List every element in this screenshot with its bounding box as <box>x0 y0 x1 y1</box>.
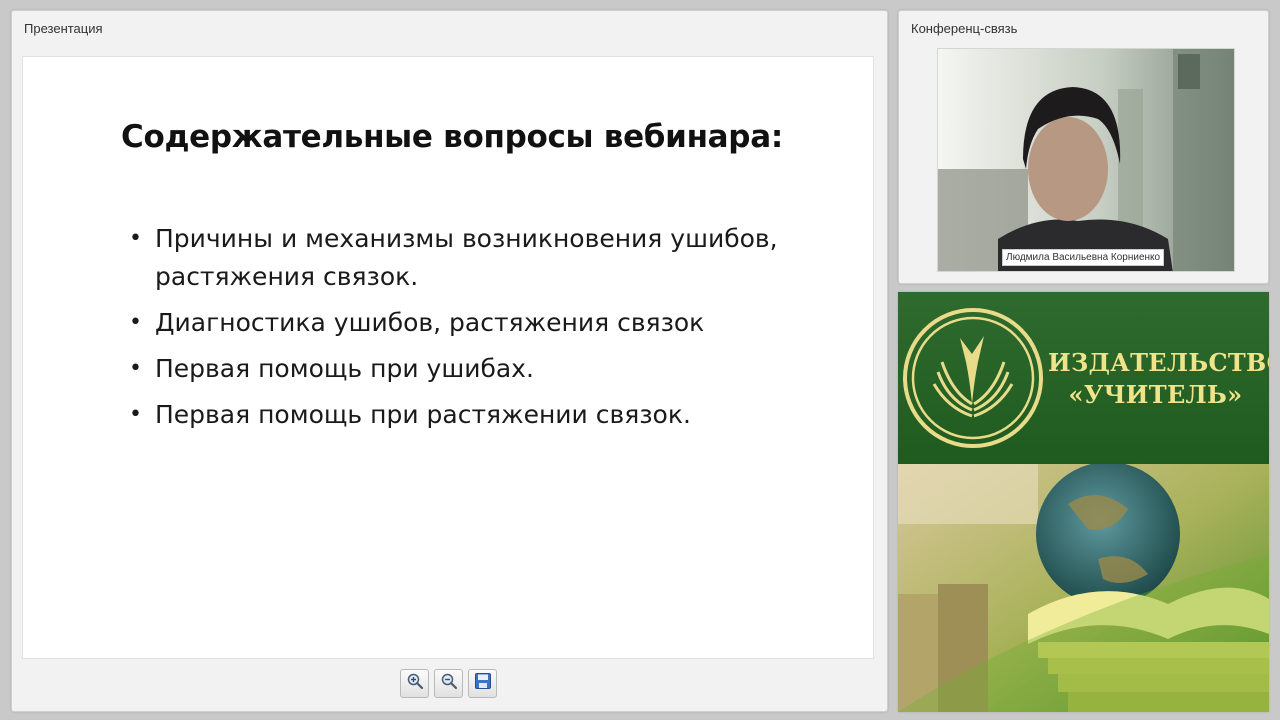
save-button[interactable] <box>468 669 497 698</box>
slide-bullet: • Диагностика ушибов, растяжения связок <box>129 304 829 342</box>
conference-panel-title: Конференц-связь <box>911 21 1018 36</box>
slide-bullet: • Первая помощь при растяжении связок. <box>129 396 829 434</box>
publisher-name: ИЗДАТЕЛЬСТВО «УЧИТЕЛЬ» <box>1048 347 1269 411</box>
zoom-out-icon <box>440 672 458 695</box>
participant-video[interactable]: Людмила Васильевна Корниенко <box>937 48 1235 272</box>
slide: Содержательные вопросы вебинара: • Причин… <box>22 56 874 659</box>
slide-bullet-list: • Причины и механизмы возникновения ушибо… <box>129 220 829 442</box>
slide-bullet: • Причины и механизмы возникновения ушибо… <box>129 220 829 296</box>
participant-name-label: Людмила Васильевна Корниенко <box>1002 249 1165 266</box>
bullet-marker: • <box>129 226 142 251</box>
publisher-name-line2: «УЧИТЕЛЬ» <box>1068 380 1243 409</box>
banner-books-image <box>898 464 1269 712</box>
save-icon <box>474 672 492 695</box>
zoom-out-button[interactable] <box>434 669 463 698</box>
conference-panel: Конференц-связь Людмила Васильевна Корни… <box>898 10 1269 284</box>
slide-title: Содержательные вопросы вебинара: <box>121 119 783 155</box>
bullet-text: Диагностика ушибов, растяжения связок <box>155 308 705 337</box>
bullet-marker: • <box>129 356 142 381</box>
bullet-marker: • <box>129 402 142 427</box>
publisher-name-line1: ИЗДАТЕЛЬСТВО <box>1048 348 1269 377</box>
presentation-toolbar <box>400 669 497 698</box>
video-feed-image <box>938 49 1234 271</box>
presentation-panel-title: Презентация <box>24 21 103 36</box>
zoom-in-icon <box>406 672 424 695</box>
publisher-banner: ИЗДАТЕЛЬСТВО «УЧИТЕЛЬ» <box>898 292 1269 712</box>
banner-header: ИЗДАТЕЛЬСТВО «УЧИТЕЛЬ» <box>898 292 1269 464</box>
presentation-panel: Презентация Содержательные вопросы вебин… <box>11 10 888 712</box>
bullet-text: Причины и механизмы возникновения ушибов… <box>155 224 778 291</box>
bullet-text: Первая помощь при растяжении связок. <box>155 400 691 429</box>
zoom-in-button[interactable] <box>400 669 429 698</box>
slide-bullet: • Первая помощь при ушибах. <box>129 350 829 388</box>
bullet-text: Первая помощь при ушибах. <box>155 354 534 383</box>
bullet-marker: • <box>129 310 142 335</box>
